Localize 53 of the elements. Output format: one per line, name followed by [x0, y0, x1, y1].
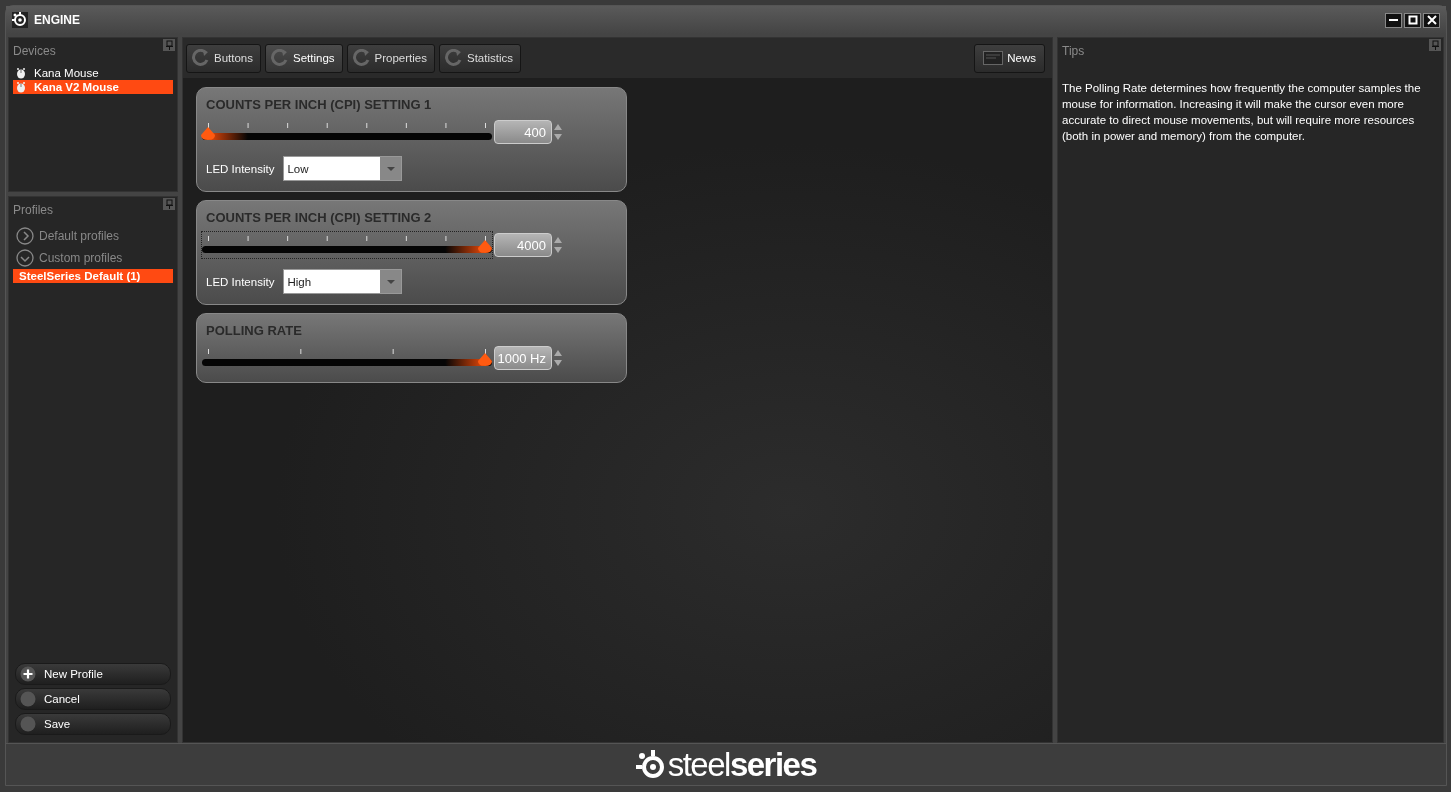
panel-title: Tips [1062, 43, 1085, 60]
circle-icon [20, 691, 36, 707]
logo-icon [635, 749, 666, 780]
refresh-icon [271, 49, 289, 67]
refresh-icon [445, 49, 463, 67]
maximize-button[interactable] [1404, 12, 1421, 28]
tab[interactable]: Buttons [186, 43, 261, 73]
profile-button[interactable]: New Profile [15, 663, 171, 685]
profile-group[interactable]: Default profiles [13, 225, 173, 247]
profile-button[interactable]: Save [15, 713, 171, 735]
close-icon [1425, 15, 1438, 25]
panel-title: Devices [13, 43, 56, 60]
field-label: LED Intensity [206, 275, 275, 288]
profile-button[interactable]: Cancel [15, 688, 171, 710]
tab[interactable]: Settings [265, 43, 343, 73]
panel-title: Profiles [13, 202, 53, 219]
dropdown[interactable]: High [283, 269, 403, 294]
collapse-icon [16, 249, 34, 267]
field-label: LED Intensity [206, 162, 275, 175]
slider-thumb[interactable] [478, 353, 492, 366]
minimize-icon [1389, 19, 1398, 21]
caret-icon [385, 165, 396, 172]
tip-text: The Polling Rate determines how frequently the computer samples the mouse for information. Increasing it will make the cursor even more accurate to direct mouse movements, but will require more resources (both in power and memory) from the computer. [1062, 81, 1422, 144]
refresh-icon [192, 49, 210, 67]
minimize-button[interactable] [1385, 12, 1402, 28]
mouse-icon [16, 81, 26, 93]
maximize-icon [1406, 15, 1419, 25]
logo-icon [12, 12, 28, 28]
slider-thumb[interactable] [201, 127, 215, 140]
dropdown[interactable]: Low [283, 156, 403, 181]
circle-icon [20, 716, 36, 732]
mouse-icon [16, 67, 26, 79]
tab[interactable]: Properties [346, 43, 435, 73]
card-title: POLLING RATE [205, 322, 303, 340]
close-button[interactable] [1423, 12, 1440, 28]
caret-icon [385, 278, 396, 285]
card-title: COUNTS PER INCH (CPI) SETTING 2 [205, 209, 433, 227]
profile-group[interactable]: Custom profiles [13, 247, 173, 269]
pin-icon [163, 39, 175, 51]
slider[interactable] [201, 231, 493, 259]
brand-logo: steelseries [667, 745, 817, 784]
refresh-icon [352, 49, 371, 67]
pin-icon [1429, 39, 1441, 51]
window-title: ENGINE [34, 13, 81, 27]
news-button[interactable]: News [974, 43, 1045, 73]
pin-icon [163, 198, 175, 210]
device-item[interactable]: Kana Mouse [13, 66, 173, 80]
slider-thumb[interactable] [478, 240, 492, 253]
tab[interactable]: Statistics [439, 43, 521, 73]
expand-icon [16, 227, 34, 245]
plus-icon [20, 666, 36, 682]
newspaper-icon [983, 51, 1004, 65]
card-title: COUNTS PER INCH (CPI) SETTING 1 [205, 96, 433, 114]
